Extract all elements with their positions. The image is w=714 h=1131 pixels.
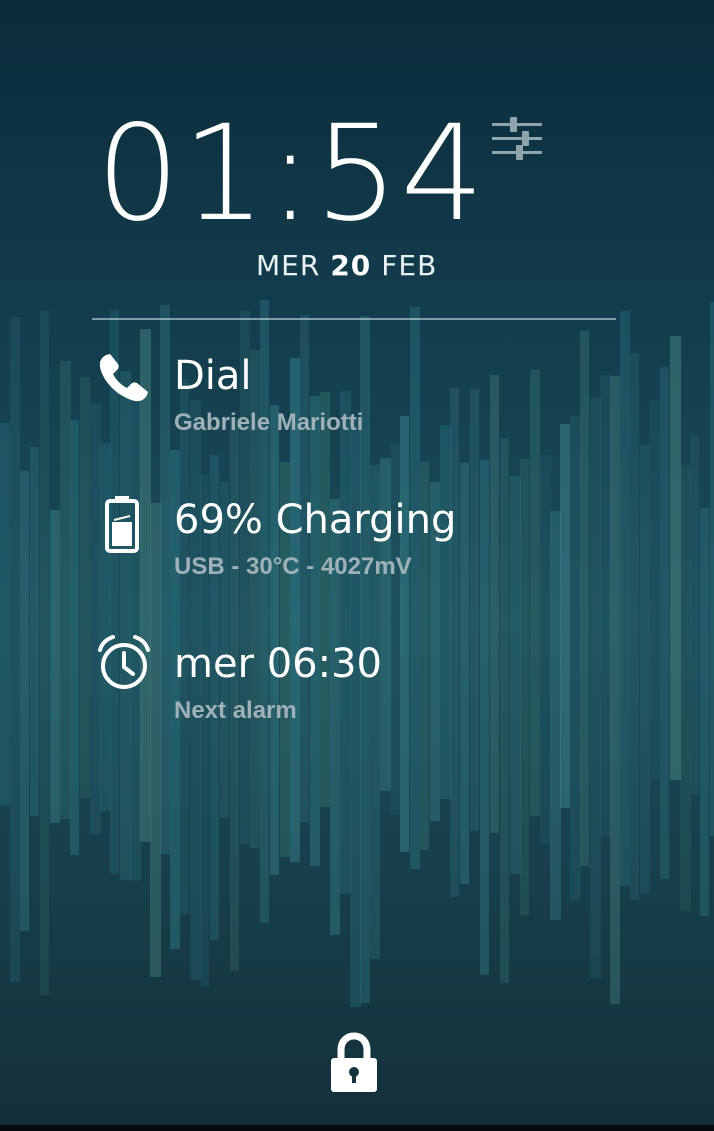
clock-time: 01:54 [96, 97, 487, 251]
wallpaper-bar [10, 317, 20, 982]
wallpaper-bar [650, 400, 660, 780]
wallpaper-bar [80, 377, 90, 798]
date-day: 20 [330, 249, 372, 282]
wallpaper-bar [50, 510, 60, 823]
date-weekday: MER [256, 249, 321, 282]
notification-title: Dial [174, 353, 252, 399]
notification-subtitle: Gabriele Mariotti [174, 409, 364, 436]
notification-dial[interactable]: Dial Gabriele Mariotti [96, 352, 616, 442]
wallpaper-bar [680, 465, 691, 911]
wallpaper-bar [440, 425, 451, 799]
wallpaper-bar [30, 447, 39, 816]
wallpaper-bar [620, 311, 630, 886]
lock-icon[interactable] [327, 1032, 381, 1094]
wallpaper-bar [670, 336, 681, 780]
wallpaper-bar [660, 367, 669, 879]
wallpaper-bar [640, 445, 650, 893]
wallpaper-bar [560, 424, 570, 808]
notification-alarm[interactable]: mer 06:30 Next alarm [96, 635, 616, 730]
wallpaper-bar [690, 435, 699, 794]
wallpaper-bar [310, 396, 320, 866]
wallpaper-bar [0, 423, 10, 806]
wallpaper-bar [710, 302, 714, 836]
alarm-clock-icon [98, 635, 150, 689]
wallpaper-bar [90, 403, 101, 834]
wallpaper-bar [700, 508, 709, 916]
wallpaper-bar [600, 375, 611, 837]
notification-subtitle: USB - 30°C - 4027mV [174, 553, 412, 580]
divider [92, 318, 616, 320]
notification-battery[interactable]: 69% Charging USB - 30°C - 4027mV [96, 496, 616, 586]
wallpaper-bar [470, 389, 479, 831]
wallpaper-bar [40, 311, 49, 995]
date-month: FEB [381, 249, 438, 282]
notification-title: 69% Charging [174, 497, 457, 543]
notification-title: mer 06:30 [174, 641, 383, 687]
wallpaper-bar [630, 353, 639, 900]
wallpaper-bar [60, 361, 71, 819]
date-label: MER 20 FEB [256, 248, 437, 284]
wallpaper-bar [320, 392, 330, 807]
notification-subtitle: Next alarm [174, 697, 297, 724]
settings-sliders-icon[interactable] [490, 114, 544, 164]
wallpaper-bar [20, 471, 29, 931]
wallpaper-bar [120, 371, 131, 880]
bottom-edge [0, 1125, 714, 1131]
battery-icon [105, 496, 139, 553]
phone-icon [99, 354, 148, 402]
wallpaper-bar [490, 375, 499, 833]
wallpaper-bar [70, 420, 79, 855]
wallpaper-bar [400, 416, 409, 852]
